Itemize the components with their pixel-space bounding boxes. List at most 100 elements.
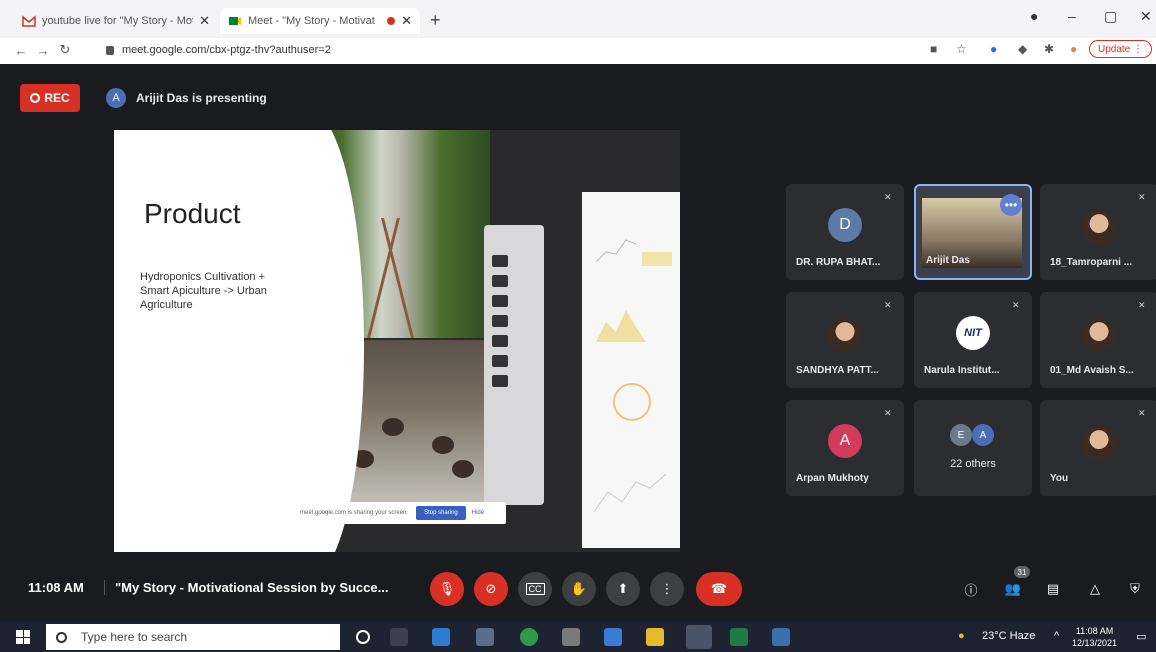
paint-icon[interactable] bbox=[562, 628, 580, 646]
participant-tile-active[interactable]: ••• Arijit Das bbox=[914, 184, 1032, 280]
presenter-chip[interactable]: A Arijit Das is presenting bbox=[106, 86, 267, 110]
participant-tile[interactable]: ✕ NIT Narula Institut... bbox=[914, 292, 1032, 388]
chrome-icon[interactable] bbox=[686, 625, 712, 649]
windows-taskbar: Type here to search ● 23°C Haze ^ 11:08 … bbox=[0, 622, 1156, 652]
tab-meet[interactable]: Meet - "My Story - Motivat ✕ bbox=[220, 8, 420, 34]
taskbar-search-input[interactable]: Type here to search bbox=[46, 624, 340, 650]
url-field[interactable]: meet.google.com/cbx-ptgz-thv?authuser=2 bbox=[106, 41, 906, 59]
present-button[interactable]: ⬆ bbox=[606, 572, 640, 606]
participant-name: DR. RUPA BHAT... bbox=[796, 257, 881, 268]
host-controls-button[interactable]: ⛨ bbox=[1118, 572, 1152, 606]
more-options-button[interactable]: ⋮ bbox=[650, 572, 684, 606]
record-icon bbox=[30, 93, 41, 103]
tray-chevron-icon[interactable]: ^ bbox=[1054, 630, 1059, 642]
stop-sharing-button[interactable]: Stop sharing bbox=[416, 506, 466, 520]
close-tab-icon[interactable]: ✕ bbox=[199, 13, 210, 29]
extension-icon[interactable]: ● bbox=[990, 42, 997, 56]
share-text: meet.google.com is sharing your screen. bbox=[300, 510, 409, 516]
key bbox=[492, 275, 508, 287]
hang-up-icon: ☎ bbox=[710, 581, 728, 596]
maximize-button[interactable]: ▢ bbox=[1104, 8, 1117, 25]
minimize-button[interactable]: – bbox=[1068, 8, 1076, 24]
mic-off-icon: ✕ bbox=[884, 300, 892, 310]
animal bbox=[382, 418, 404, 436]
forward-icon[interactable]: → bbox=[32, 43, 54, 58]
reload-icon[interactable]: ↻ bbox=[54, 42, 76, 58]
meet-control-bar: 11:08 AM "My Story - Motivational Sessio… bbox=[0, 566, 1156, 612]
weather-icon[interactable]: ● bbox=[958, 630, 965, 642]
key bbox=[492, 375, 508, 387]
new-tab-button[interactable]: + bbox=[430, 10, 441, 31]
mail-icon[interactable] bbox=[432, 628, 450, 646]
store-icon[interactable] bbox=[604, 628, 622, 646]
photos-icon[interactable] bbox=[772, 628, 790, 646]
participant-tile[interactable]: ✕ 01_Md Avaish S... bbox=[1040, 292, 1156, 388]
profile-avatar-icon[interactable]: ● bbox=[1070, 42, 1077, 56]
more-vert-icon: ⋮ bbox=[660, 581, 674, 596]
activities-button[interactable]: △ bbox=[1078, 572, 1112, 606]
tab-title: youtube live for "My Story - Mot bbox=[42, 15, 194, 27]
mic-off-icon: ✕ bbox=[884, 192, 892, 202]
shared-screen[interactable]: Product Hydroponics Cultivation + Smart … bbox=[114, 130, 680, 552]
key bbox=[492, 255, 508, 267]
mic-off-icon: ✕ bbox=[1138, 192, 1146, 202]
tab-title: Meet - "My Story - Motivat bbox=[248, 15, 375, 27]
participant-photo bbox=[1082, 318, 1116, 352]
key bbox=[492, 295, 508, 307]
meeting-details-button[interactable]: ⓘ bbox=[954, 572, 988, 606]
back-icon[interactable]: ← bbox=[10, 43, 32, 58]
chat-button[interactable]: ▤ bbox=[1036, 572, 1070, 606]
notification-icon[interactable]: ▭ bbox=[1136, 630, 1146, 643]
participant-tile[interactable]: ✕ SANDHYA PATT... bbox=[786, 292, 904, 388]
green-app-icon[interactable] bbox=[520, 628, 538, 646]
more-options-icon[interactable]: ••• bbox=[1000, 194, 1022, 216]
slide-title: Product bbox=[144, 198, 241, 229]
weather-text[interactable]: 23°C Haze bbox=[982, 630, 1035, 642]
bookmark-star-icon[interactable]: ☆ bbox=[956, 42, 967, 56]
excel-icon[interactable] bbox=[730, 628, 748, 646]
participant-tile[interactable]: ✕ D DR. RUPA BHAT... bbox=[786, 184, 904, 280]
screen-root: youtube live for "My Story - Mot ✕ Meet … bbox=[0, 0, 1156, 652]
system-clock[interactable]: 11:08 AM 12/13/2021 bbox=[1072, 625, 1117, 649]
captions-button[interactable]: CC bbox=[518, 572, 552, 606]
rec-label: REC bbox=[44, 91, 70, 105]
camera-toggle-button[interactable]: ⊘ bbox=[474, 572, 508, 606]
mic-toggle-button[interactable]: 🎙 bbox=[430, 572, 464, 606]
hide-share-bar-button[interactable]: Hide bbox=[472, 510, 484, 516]
cortana-icon[interactable] bbox=[356, 630, 370, 644]
close-tab-icon[interactable]: ✕ bbox=[401, 13, 412, 29]
gmail-icon bbox=[22, 15, 36, 27]
leave-call-button[interactable]: ☎ bbox=[696, 572, 742, 606]
clock-date: 12/13/2021 bbox=[1072, 638, 1118, 648]
rail bbox=[381, 218, 414, 338]
close-window-button[interactable]: ✕ bbox=[1140, 8, 1152, 25]
camera-icon[interactable]: ■ bbox=[930, 42, 937, 56]
participant-avatar: E bbox=[950, 424, 972, 446]
participant-name: Arpan Mukhoty bbox=[796, 473, 869, 484]
participant-tile[interactable]: ✕ 18_Tamroparni ... bbox=[1040, 184, 1156, 280]
task-view-icon[interactable] bbox=[390, 628, 408, 646]
camera-off-icon: ⊘ bbox=[485, 581, 497, 596]
windows-start-icon[interactable] bbox=[16, 630, 30, 644]
extensions-puzzle-icon[interactable]: ✱ bbox=[1044, 42, 1054, 56]
participant-photo bbox=[1082, 210, 1116, 244]
tab-youtube-live[interactable]: youtube live for "My Story - Mot ✕ bbox=[14, 8, 218, 34]
update-button[interactable]: Update ⋮ bbox=[1088, 40, 1152, 58]
people-button[interactable]: 👥 31 bbox=[996, 566, 1030, 606]
others-count: 22 others bbox=[950, 458, 996, 470]
participant-tile[interactable]: ✕ A Arpan Mukhoty bbox=[786, 400, 904, 496]
extension-icon[interactable]: ◆ bbox=[1018, 42, 1027, 56]
raise-hand-button[interactable]: ✋ bbox=[562, 572, 596, 606]
profile-dot-icon[interactable]: ● bbox=[1030, 8, 1038, 24]
participant-name: You bbox=[1050, 473, 1069, 484]
network-app-icon[interactable] bbox=[476, 628, 494, 646]
others-tile[interactable]: E A 22 others bbox=[914, 400, 1032, 496]
participant-tile-self[interactable]: ✕ You bbox=[1040, 400, 1156, 496]
meet-window: REC A Arijit Das is presenting Product H… bbox=[0, 64, 1156, 622]
recording-badge[interactable]: REC bbox=[20, 84, 80, 112]
people-icon: 👥 bbox=[1004, 581, 1022, 596]
file-explorer-icon[interactable] bbox=[646, 628, 664, 646]
participant-avatar: A bbox=[828, 424, 862, 458]
participant-photo bbox=[828, 318, 862, 352]
participant-name: SANDHYA PATT... bbox=[796, 365, 879, 376]
